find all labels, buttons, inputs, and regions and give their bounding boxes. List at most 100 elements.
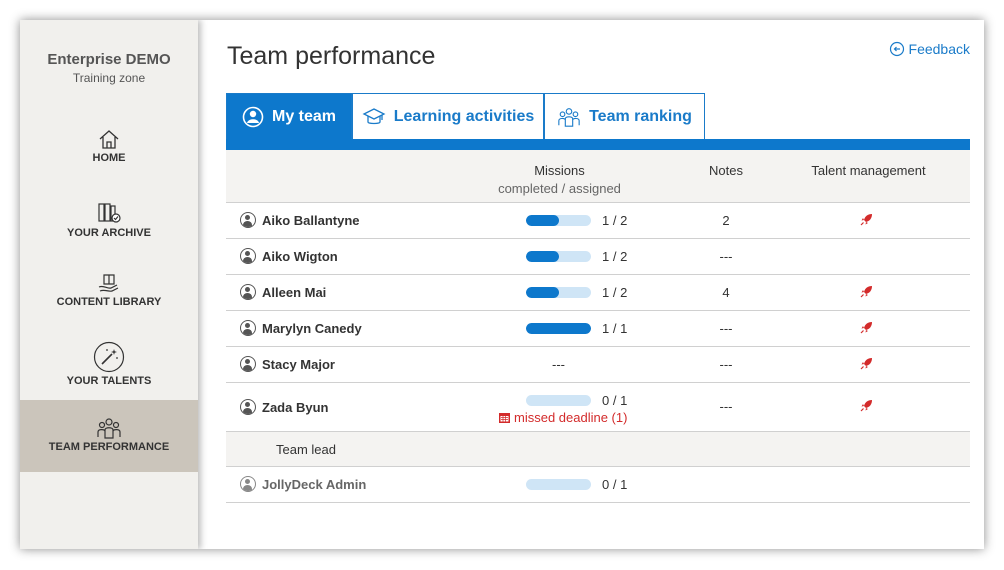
mission-progress-fill	[526, 323, 591, 334]
sidebar-item-label: YOUR ARCHIVE	[67, 227, 151, 239]
member-name-cell[interactable]: Marylyn Canedy	[240, 320, 362, 336]
library-icon	[98, 274, 119, 292]
user-avatar-icon	[240, 248, 256, 264]
graduation-icon	[362, 107, 386, 124]
sidebar-item-archive[interactable]: YOUR ARCHIVE	[20, 201, 198, 241]
sidebar-item-label: TEAM PERFORMANCE	[48, 441, 170, 453]
missions-empty: ---	[552, 357, 565, 372]
mission-progress-bar	[526, 395, 591, 406]
notes-cell: 2	[722, 213, 730, 228]
rocket-icon[interactable]	[860, 285, 873, 301]
mission-progress-fill	[526, 251, 559, 262]
talents-icon	[93, 341, 125, 373]
mission-ratio: 1 / 2	[602, 285, 628, 300]
brand: Enterprise DEMO Training zone	[20, 20, 198, 85]
mission-progress-fill	[526, 215, 559, 226]
lead-rows: JollyDeck Admin 0 / 1	[226, 467, 970, 503]
mission-progress-fill	[526, 287, 559, 298]
feedback-icon	[889, 41, 904, 57]
user-avatar-icon	[240, 320, 256, 336]
feedback-link[interactable]: Feedback	[889, 41, 970, 57]
table-row[interactable]: Aiko Wigton 1 / 2 ---	[226, 239, 970, 275]
brand-name: Enterprise DEMO	[47, 51, 171, 68]
feedback-label: Feedback	[908, 41, 970, 57]
main-content: Team performance Feedback My team Learni…	[198, 20, 984, 549]
team-table: Missions completed / assigned Notes Tale…	[226, 150, 970, 503]
tab-label: My team	[271, 107, 337, 125]
mission-progress-bar	[526, 215, 591, 226]
missed-deadline-label: missed deadline (1)	[514, 410, 628, 425]
member-name: Aiko Wigton	[262, 248, 338, 264]
tab-strip: My team Learning activities Team ranking	[226, 93, 970, 150]
sidebar-item-label: YOUR TALENTS	[66, 375, 152, 387]
mission-progress-bar	[526, 479, 591, 490]
rocket-icon[interactable]	[860, 213, 873, 229]
member-name-cell[interactable]: Stacy Major	[240, 356, 335, 372]
mission-progress-bar	[526, 287, 591, 298]
table-row[interactable]: JollyDeck Admin 0 / 1	[226, 467, 970, 503]
notes-cell: ---	[719, 321, 733, 336]
user-avatar-icon	[240, 284, 256, 300]
notes-header: Notes	[709, 163, 743, 178]
notes-cell: ---	[719, 249, 733, 264]
tab-label: Learning activities	[393, 107, 535, 125]
tab-label: Team ranking	[589, 107, 692, 125]
notes-cell: 4	[722, 285, 730, 300]
member-name-cell[interactable]: Aiko Wigton	[240, 248, 338, 264]
rocket-icon[interactable]	[860, 357, 873, 373]
user-avatar-icon	[240, 356, 256, 372]
sidebar-item-label: CONTENT LIBRARY	[56, 296, 162, 308]
page-title: Team performance	[227, 42, 436, 70]
sidebar-item-home[interactable]: HOME	[20, 128, 198, 168]
member-name: Alleen Mai	[262, 284, 327, 300]
table-row[interactable]: Marylyn Canedy 1 / 1 ---	[226, 311, 970, 347]
mission-ratio: 1 / 1	[602, 321, 628, 336]
calendar-icon	[499, 413, 510, 423]
rocket-icon[interactable]	[860, 399, 873, 415]
table-header: Missions completed / assigned Notes Tale…	[226, 150, 970, 203]
mission-ratio: 0 / 1	[602, 477, 628, 492]
tab-my-team[interactable]: My team	[226, 93, 352, 139]
app-window: Enterprise DEMO Training zone HOME YOUR …	[20, 20, 984, 549]
missions-header-sub: completed / assigned	[498, 181, 621, 196]
member-name-cell[interactable]: Alleen Mai	[240, 284, 326, 300]
mission-progress-bar	[526, 251, 591, 262]
brand-subtitle: Training zone	[72, 71, 146, 85]
archive-icon	[98, 203, 121, 223]
sidebar-item-label: HOME	[92, 152, 126, 164]
member-name: JollyDeck Admin	[262, 476, 367, 492]
missions-header-label: Missions	[534, 163, 585, 178]
mission-ratio: 1 / 2	[602, 213, 628, 228]
talent-header: Talent management	[811, 163, 926, 178]
missed-deadline: missed deadline (1)	[498, 410, 627, 425]
member-name: Marylyn Canedy	[262, 320, 362, 336]
table-row[interactable]: Zada Byun 0 / 1 missed deadline (1) ---	[226, 383, 970, 432]
table-row[interactable]: Alleen Mai 1 / 2 4	[226, 275, 970, 311]
rocket-icon[interactable]	[860, 321, 873, 337]
tab-team-ranking[interactable]: Team ranking	[544, 93, 705, 139]
member-name-cell[interactable]: JollyDeck Admin	[240, 476, 366, 492]
member-name-cell[interactable]: Aiko Ballantyne	[240, 212, 360, 228]
tab-underline	[226, 139, 970, 150]
missions-header: Missions completed / assigned	[482, 163, 637, 196]
sidebar-item-content-library[interactable]: CONTENT LIBRARY	[20, 272, 198, 312]
table-row[interactable]: Aiko Ballantyne 1 / 2 2	[226, 203, 970, 239]
member-name-cell[interactable]: Zada Byun	[240, 399, 328, 415]
user-avatar-icon	[240, 399, 256, 415]
user-avatar-icon	[240, 212, 256, 228]
sidebar-item-team-performance[interactable]: TEAM PERFORMANCE	[20, 400, 198, 472]
notes-cell: ---	[719, 357, 733, 372]
team-icon	[97, 418, 121, 439]
sidebar-item-talents[interactable]: YOUR TALENTS	[20, 341, 198, 387]
mission-ratio: 0 / 1	[602, 393, 628, 408]
tab-learning-activities[interactable]: Learning activities	[352, 93, 544, 139]
member-name: Zada Byun	[262, 399, 329, 415]
table-row[interactable]: Stacy Major --- ---	[226, 347, 970, 383]
notes-cell: ---	[719, 399, 733, 414]
team-icon	[558, 107, 580, 127]
group-label: Team lead	[276, 442, 336, 457]
home-icon	[99, 130, 119, 149]
mission-ratio: 1 / 2	[602, 249, 628, 264]
member-name: Aiko Ballantyne	[262, 212, 360, 228]
user-icon	[242, 106, 264, 127]
